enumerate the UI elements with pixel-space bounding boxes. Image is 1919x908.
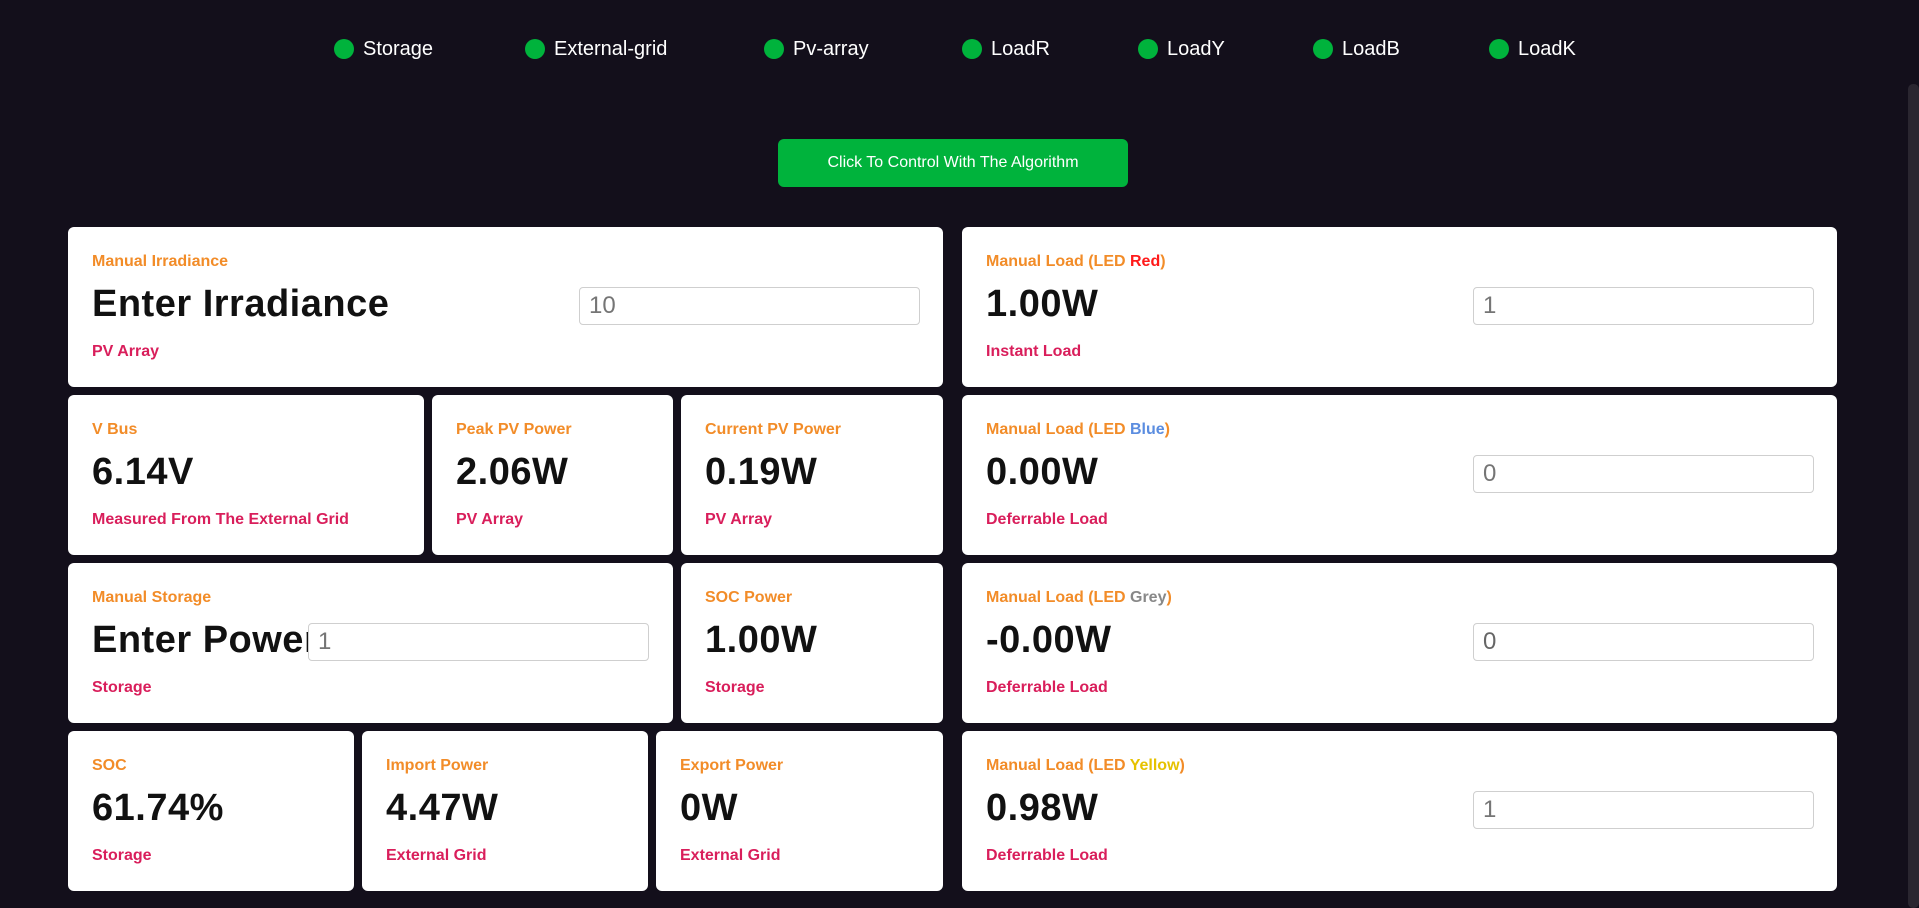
card-subtitle: Storage xyxy=(705,679,765,696)
card-manual-load-yellow: Manual Load (LED Yellow) 0.98W Deferrabl… xyxy=(962,731,1837,891)
status-item-loadb: LoadB xyxy=(1313,36,1400,62)
control-with-algorithm-button[interactable]: Click To Control With The Algorithm xyxy=(778,139,1128,187)
card-value: 1.00W xyxy=(986,283,1099,325)
card-title: Export Power xyxy=(680,757,784,774)
status-item-loadr: LoadR xyxy=(962,36,1050,62)
card-export-power: Export Power 0W External Grid xyxy=(656,731,943,891)
card-title-suffix: ) xyxy=(1160,253,1166,270)
storage-power-input[interactable] xyxy=(308,623,649,661)
card-title: Manual Load (LED Red) xyxy=(986,253,1166,271)
load-blue-input[interactable] xyxy=(1473,455,1814,493)
card-title-prefix: Manual Load (LED xyxy=(986,757,1130,774)
card-title: Manual Load (LED Grey) xyxy=(986,589,1172,607)
card-subtitle: Storage xyxy=(92,679,152,696)
card-value: -0.00W xyxy=(986,619,1112,661)
card-value: 0.00W xyxy=(986,451,1099,493)
status-item-loady: LoadY xyxy=(1138,36,1225,62)
card-import-power: Import Power 4.47W External Grid xyxy=(362,731,648,891)
card-title-prefix: Manual Load (LED xyxy=(986,253,1130,270)
card-v-bus: V Bus 6.14V Measured From The External G… xyxy=(68,395,424,555)
card-subtitle: Deferrable Load xyxy=(986,847,1108,864)
card-soc: SOC 61.74% Storage xyxy=(68,731,354,891)
led-color-label: Blue xyxy=(1130,421,1165,438)
card-title: Peak PV Power xyxy=(456,421,572,438)
card-manual-load-grey: Manual Load (LED Grey) -0.00W Deferrable… xyxy=(962,563,1837,723)
card-peak-pv-power: Peak PV Power 2.06W PV Array xyxy=(432,395,673,555)
irradiance-input[interactable] xyxy=(579,287,920,325)
card-subtitle: PV Array xyxy=(456,511,523,528)
status-label: LoadR xyxy=(991,37,1050,60)
led-color-label: Grey xyxy=(1130,589,1167,606)
load-red-input[interactable] xyxy=(1473,287,1814,325)
card-title: Current PV Power xyxy=(705,421,842,438)
card-value: 61.74% xyxy=(92,787,224,829)
status-item-storage: Storage xyxy=(334,36,433,62)
card-title: Manual Load (LED Blue) xyxy=(986,421,1170,439)
card-title: Import Power xyxy=(386,757,489,774)
card-title: Manual Load (LED Yellow) xyxy=(986,757,1185,775)
status-label: LoadY xyxy=(1167,37,1225,60)
card-value: 0.19W xyxy=(705,451,818,493)
card-title-prefix: Manual Load (LED xyxy=(986,421,1130,438)
card-current-pv-power: Current PV Power 0.19W PV Array xyxy=(681,395,943,555)
card-title-suffix: ) xyxy=(1164,421,1170,438)
card-value: 2.06W xyxy=(456,451,569,493)
card-subtitle: External Grid xyxy=(386,847,487,864)
status-item-loadk: LoadK xyxy=(1489,36,1576,62)
status-item-external-grid: External-grid xyxy=(525,36,667,62)
status-dot-icon xyxy=(1489,39,1509,59)
card-title: SOC Power xyxy=(705,589,793,606)
card-title: V Bus xyxy=(92,421,138,438)
card-value: Enter Irradiance xyxy=(92,283,390,325)
card-subtitle: Deferrable Load xyxy=(986,679,1108,696)
card-subtitle: PV Array xyxy=(705,511,772,528)
card-subtitle: Measured From The External Grid xyxy=(92,511,349,528)
card-value: 4.47W xyxy=(386,787,499,829)
card-title-suffix: ) xyxy=(1179,757,1185,774)
load-grey-input[interactable] xyxy=(1473,623,1814,661)
card-value: Enter Power xyxy=(92,619,320,661)
status-label: Storage xyxy=(363,37,434,60)
card-value: 0W xyxy=(680,787,738,829)
status-dot-icon xyxy=(525,39,545,59)
card-manual-irradiance: Manual Irradiance Enter Irradiance PV Ar… xyxy=(68,227,943,387)
status-label: Pv-array xyxy=(793,37,869,60)
card-title: SOC xyxy=(92,757,127,774)
card-manual-load-blue: Manual Load (LED Blue) 0.00W Deferrable … xyxy=(962,395,1837,555)
card-title-prefix: Manual Load (LED xyxy=(986,589,1130,606)
card-subtitle: Instant Load xyxy=(986,343,1082,360)
page-scrollbar[interactable] xyxy=(1908,84,1919,908)
card-value: 0.98W xyxy=(986,787,1099,829)
card-value: 6.14V xyxy=(92,451,194,493)
status-dot-icon xyxy=(334,39,354,59)
card-title: Manual Irradiance xyxy=(92,253,229,270)
status-dot-icon xyxy=(1138,39,1158,59)
card-subtitle: External Grid xyxy=(680,847,781,864)
card-subtitle: Storage xyxy=(92,847,152,864)
status-label: LoadK xyxy=(1518,37,1576,60)
status-dot-icon xyxy=(962,39,982,59)
led-color-label: Red xyxy=(1130,253,1161,270)
card-subtitle: Deferrable Load xyxy=(986,511,1108,528)
card-subtitle: PV Array xyxy=(92,343,159,360)
card-title-suffix: ) xyxy=(1166,589,1172,606)
status-dot-icon xyxy=(764,39,784,59)
card-title: Manual Storage xyxy=(92,589,212,606)
status-item-pv-array: Pv-array xyxy=(764,36,869,62)
load-yellow-input[interactable] xyxy=(1473,791,1814,829)
card-manual-storage: Manual Storage Enter Power Storage xyxy=(68,563,673,723)
status-dot-icon xyxy=(1313,39,1333,59)
card-value: 1.00W xyxy=(705,619,818,661)
status-bar: Storage External-grid Pv-array LoadR Loa… xyxy=(0,36,1919,62)
card-manual-load-red: Manual Load (LED Red) 1.00W Instant Load xyxy=(962,227,1837,387)
status-label: External-grid xyxy=(554,37,668,60)
card-soc-power: SOC Power 1.00W Storage xyxy=(681,563,943,723)
led-color-label: Yellow xyxy=(1129,757,1180,774)
status-label: LoadB xyxy=(1342,37,1400,60)
